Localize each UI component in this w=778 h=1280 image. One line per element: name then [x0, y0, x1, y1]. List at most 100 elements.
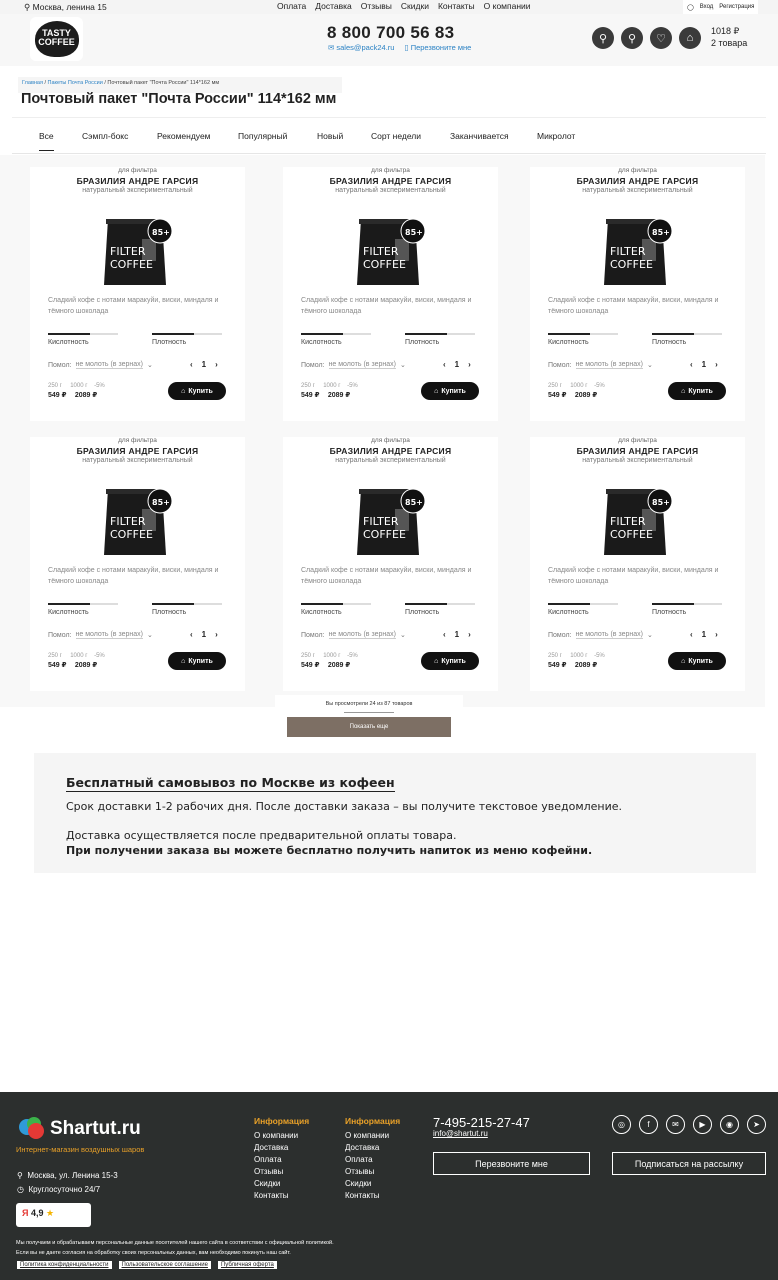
grind-select[interactable]: Помол: не молоть (в зернах) ⌄: [48, 631, 153, 639]
tab-recommended[interactable]: Рекомендуем: [157, 131, 211, 141]
qty-increase-icon[interactable]: ›: [468, 360, 471, 369]
buy-button[interactable]: ⌂ Купить: [421, 652, 479, 670]
qty-decrease-icon[interactable]: ‹: [443, 360, 446, 369]
grind-select[interactable]: Помол: не молоть (в зернах) ⌄: [548, 361, 653, 369]
city-selector[interactable]: ⚲ Москва, ленина 15: [24, 2, 107, 13]
grind-value[interactable]: не молоть (в зернах): [75, 361, 143, 369]
qty-increase-icon[interactable]: ›: [468, 630, 471, 639]
header-phone[interactable]: 8 800 700 56 83: [327, 23, 454, 43]
login-link[interactable]: Вход: [700, 4, 714, 10]
footer-logo[interactable]: Shartut.ru: [18, 1116, 141, 1142]
qty-value[interactable]: 1: [702, 360, 706, 369]
tab-all[interactable]: Все: [39, 131, 54, 151]
buy-button[interactable]: ⌂ Купить: [168, 652, 226, 670]
grind-value[interactable]: не молоть (в зернах): [575, 631, 643, 639]
telegram-icon[interactable]: ➤: [747, 1115, 766, 1134]
qty-decrease-icon[interactable]: ‹: [190, 360, 193, 369]
qty-increase-icon[interactable]: ›: [215, 360, 218, 369]
tab-sample-box[interactable]: Сэмпл-бокс: [82, 131, 128, 141]
qty-value[interactable]: 1: [455, 630, 459, 639]
odnoklassniki-icon[interactable]: ◉: [720, 1115, 739, 1134]
product-name[interactable]: БРАЗИЛИЯ АНДРЕ ГАРСИЯ: [30, 176, 245, 186]
footer-link[interactable]: Скидки: [345, 1178, 400, 1190]
weight-small[interactable]: 250 г: [548, 383, 562, 389]
callback-button[interactable]: Перезвоните мне: [433, 1152, 590, 1175]
weight-small[interactable]: 250 г: [301, 653, 315, 659]
product-card[interactable]: для фильтра БРАЗИЛИЯ АНДРЕ ГАРСИЯ натура…: [283, 167, 498, 421]
nav-contacts[interactable]: Контакты: [438, 1, 475, 11]
grind-select[interactable]: Помол: не молоть (в зернах) ⌄: [301, 361, 406, 369]
product-card[interactable]: для фильтра БРАЗИЛИЯ АНДРЕ ГАРСИЯ натура…: [530, 167, 745, 421]
tab-sort-of-week[interactable]: Сорт недели: [371, 131, 421, 141]
user-agreement-link[interactable]: Пользовательское соглашение: [118, 1261, 211, 1269]
footer-link[interactable]: Отзывы: [345, 1166, 400, 1178]
product-card[interactable]: для фильтра БРАЗИЛИЯ АНДРЕ ГАРСИЯ натура…: [530, 437, 745, 691]
footer-link[interactable]: Контакты: [254, 1190, 309, 1202]
nav-about[interactable]: О компании: [484, 1, 531, 11]
show-more-button[interactable]: Показать еще: [287, 717, 451, 737]
nav-reviews[interactable]: Отзывы: [361, 1, 392, 11]
heart-icon[interactable]: ♡: [650, 27, 672, 49]
weight-big[interactable]: 1000 г: [570, 383, 587, 389]
register-link[interactable]: Регистрация: [719, 4, 754, 10]
product-name[interactable]: БРАЗИЛИЯ АНДРЕ ГАРСИЯ: [283, 176, 498, 186]
search-alt-icon[interactable]: ⚲: [621, 27, 643, 49]
qty-decrease-icon[interactable]: ‹: [443, 630, 446, 639]
grind-value[interactable]: не молоть (в зернах): [328, 631, 396, 639]
cart-summary[interactable]: 1018 ₽ 2 товара: [711, 25, 747, 49]
grind-select[interactable]: Помол: не молоть (в зернах) ⌄: [548, 631, 653, 639]
coffee-pack-image[interactable]: FILTER COFFEE 85+: [353, 485, 427, 557]
coffee-pack-image[interactable]: FILTER COFFEE 85+: [100, 215, 174, 287]
weight-small[interactable]: 250 г: [48, 383, 62, 389]
product-card[interactable]: для фильтра БРАЗИЛИЯ АНДРЕ ГАРСИЯ натура…: [283, 437, 498, 691]
weight-small[interactable]: 250 г: [48, 653, 62, 659]
qty-value[interactable]: 1: [202, 630, 206, 639]
coffee-pack-image[interactable]: FILTER COFFEE 85+: [100, 485, 174, 557]
grind-value[interactable]: не молоть (в зернах): [575, 361, 643, 369]
qty-decrease-icon[interactable]: ‹: [190, 630, 193, 639]
weight-big[interactable]: 1000 г: [70, 383, 87, 389]
tab-ending[interactable]: Заканчивается: [450, 131, 509, 141]
grind-value[interactable]: не молоть (в зернах): [75, 631, 143, 639]
yandex-rating-badge[interactable]: Я 4,9 ★: [16, 1203, 91, 1227]
buy-button[interactable]: ⌂ Купить: [668, 382, 726, 400]
logo[interactable]: TASTY COFFEE: [30, 17, 83, 61]
search-icon[interactable]: ⚲: [592, 27, 614, 49]
footer-link[interactable]: Доставка: [254, 1142, 309, 1154]
email-link[interactable]: ✉ sales@pack24.ru: [328, 43, 394, 52]
weight-big[interactable]: 1000 г: [323, 653, 340, 659]
weight-big[interactable]: 1000 г: [323, 383, 340, 389]
youtube-icon[interactable]: ▶: [693, 1115, 712, 1134]
nav-delivery[interactable]: Доставка: [315, 1, 352, 11]
weight-small[interactable]: 250 г: [548, 653, 562, 659]
footer-link[interactable]: Оплата: [254, 1154, 309, 1166]
cart-icon[interactable]: ⌂: [679, 27, 701, 49]
qty-decrease-icon[interactable]: ‹: [690, 630, 693, 639]
qty-value[interactable]: 1: [455, 360, 459, 369]
qty-value[interactable]: 1: [202, 360, 206, 369]
weight-big[interactable]: 1000 г: [70, 653, 87, 659]
footer-link[interactable]: О компании: [254, 1130, 309, 1142]
breadcrumb-section[interactable]: Пакеты Почта России: [48, 80, 103, 86]
tab-microlot[interactable]: Микролот: [537, 131, 575, 141]
qty-decrease-icon[interactable]: ‹: [690, 360, 693, 369]
grind-value[interactable]: не молоть (в зернах): [328, 361, 396, 369]
qty-value[interactable]: 1: [702, 630, 706, 639]
footer-link[interactable]: Доставка: [345, 1142, 400, 1154]
buy-button[interactable]: ⌂ Купить: [668, 652, 726, 670]
footer-phone[interactable]: 7-495-215-27-47: [433, 1115, 530, 1130]
tab-popular[interactable]: Популярный: [238, 131, 287, 141]
buy-button[interactable]: ⌂ Купить: [168, 382, 226, 400]
footer-link[interactable]: Оплата: [345, 1154, 400, 1166]
weight-big[interactable]: 1000 г: [570, 653, 587, 659]
facebook-icon[interactable]: f: [639, 1115, 658, 1134]
footer-link[interactable]: Контакты: [345, 1190, 400, 1202]
subscribe-button[interactable]: Подписаться на рассылку: [612, 1152, 766, 1175]
product-name[interactable]: БРАЗИЛИЯ АНДРЕ ГАРСИЯ: [30, 446, 245, 456]
product-name[interactable]: БРАЗИЛИЯ АНДРЕ ГАРСИЯ: [283, 446, 498, 456]
product-card[interactable]: для фильтра БРАЗИЛИЯ АНДРЕ ГАРСИЯ натура…: [30, 167, 245, 421]
callback-link[interactable]: ▯ Перезвоните мне: [404, 43, 471, 52]
footer-email[interactable]: info@shartut.ru: [433, 1129, 488, 1138]
qty-increase-icon[interactable]: ›: [215, 630, 218, 639]
coffee-pack-image[interactable]: FILTER COFFEE 85+: [353, 215, 427, 287]
